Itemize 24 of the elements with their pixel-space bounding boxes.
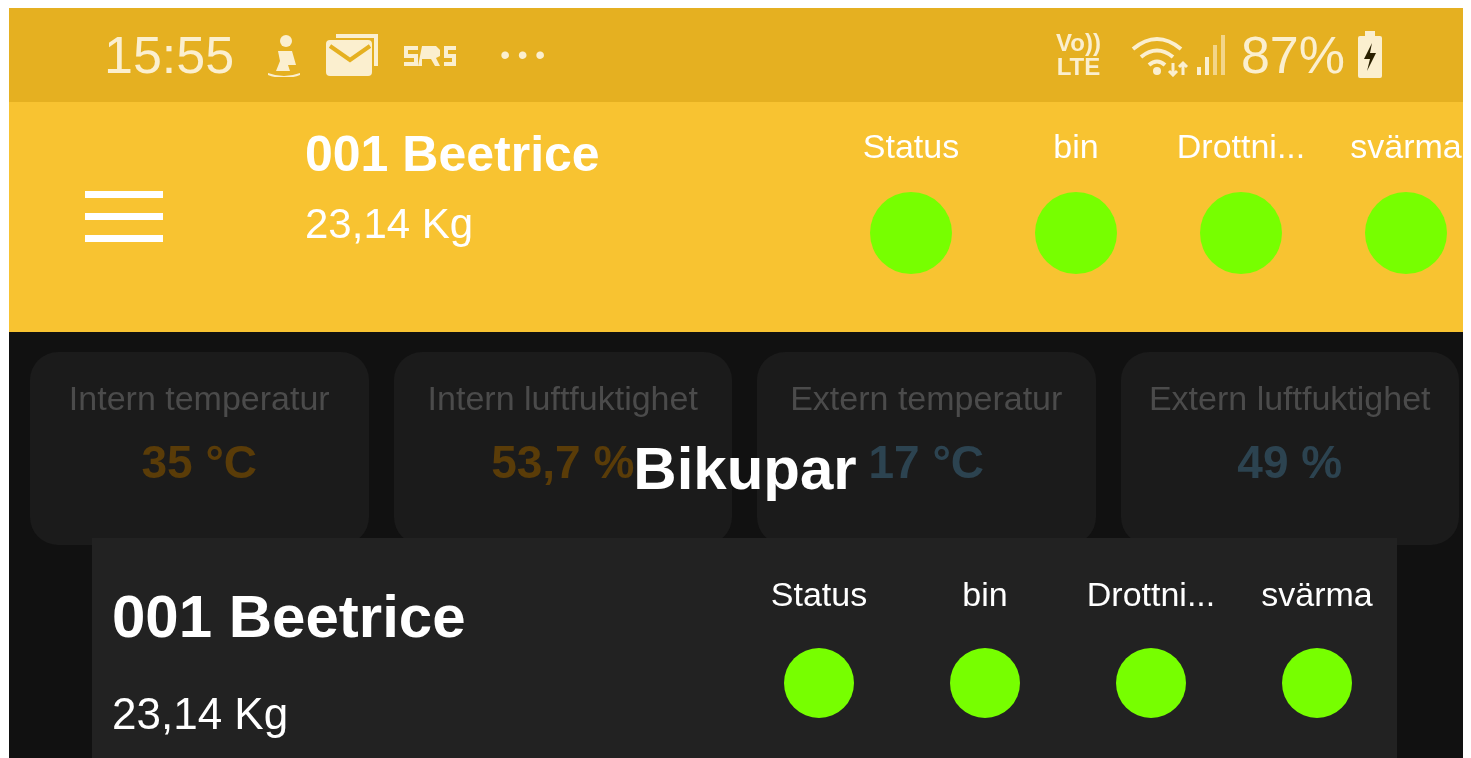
battery-charging-icon (1357, 31, 1383, 79)
card-value: 35 °C (141, 435, 258, 490)
menu-icon[interactable] (85, 189, 163, 245)
dialog-title: Bikupar (633, 434, 857, 504)
card-value: 53,7 % (491, 435, 635, 490)
indicator-label: svärma (1350, 126, 1462, 166)
indicator-label: Status (770, 574, 868, 614)
indicator-label: bin (962, 574, 1008, 614)
hive-list-item[interactable]: 001 Beetrice 23,14 Kg Status bin Drottni... svärma (92, 538, 1397, 758)
indicator-label: svärma (1261, 574, 1373, 614)
battery-percent: 87% (1240, 25, 1345, 86)
mail-icon (324, 32, 381, 78)
clock: 15:55 (104, 25, 235, 86)
hive-title: 001 Beetrice (112, 582, 466, 652)
hive-weight: 23,14 Kg (305, 199, 475, 249)
indicator-label: Status (862, 126, 960, 166)
signal-icon (1194, 33, 1227, 77)
indicator-label: Drottni... (1176, 126, 1306, 166)
hive-weight: 23,14 Kg (112, 688, 290, 740)
hive-title: 001 Beetrice (305, 125, 600, 184)
volte-indicator: Vo)) LTE (1056, 31, 1101, 79)
indicator-label: Drottni... (1086, 574, 1216, 614)
more-icon: • • • (500, 34, 546, 76)
indicator-label: bin (1053, 126, 1099, 166)
